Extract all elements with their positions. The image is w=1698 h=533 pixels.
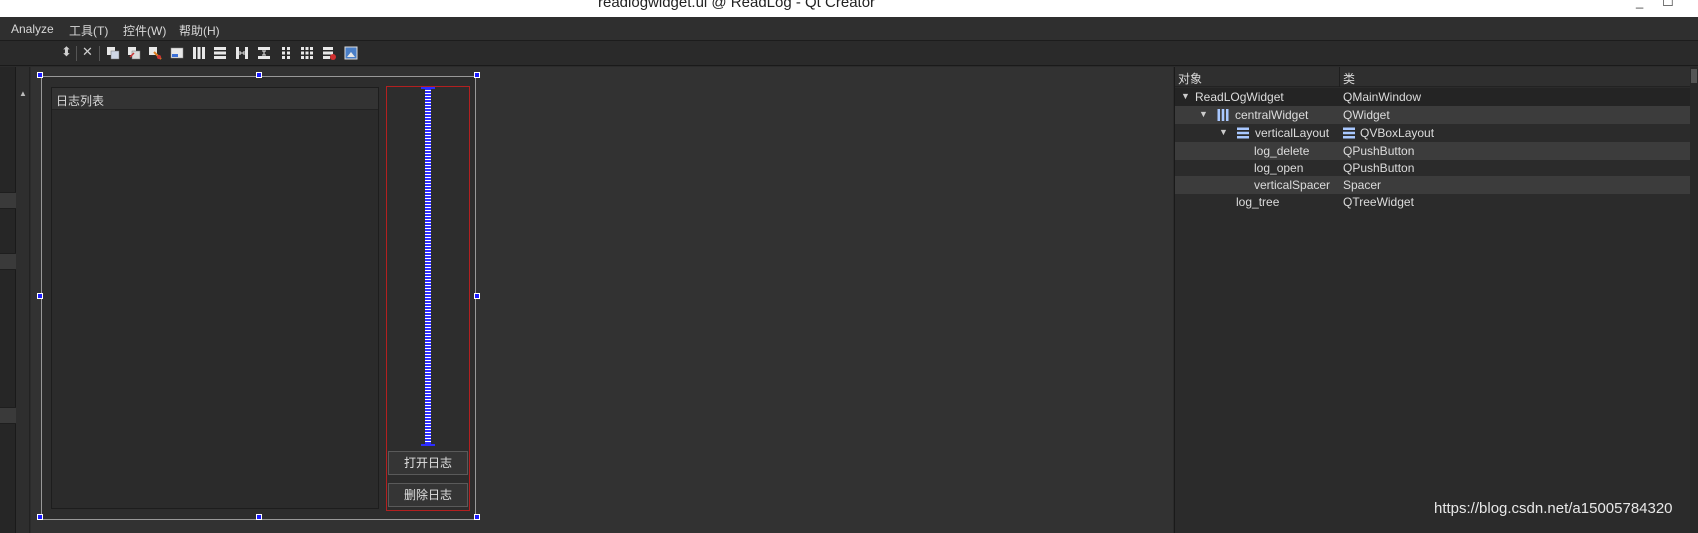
close-icon[interactable]: ✕: [82, 44, 93, 60]
object-class: QWidget: [1343, 108, 1390, 122]
log-tree-header[interactable]: 日志列表: [52, 88, 378, 110]
scroll-up-icon[interactable]: ▲: [18, 89, 28, 99]
menu-help[interactable]: 帮助(H): [179, 22, 220, 39]
object-inspector-scrollbar[interactable]: [1690, 67, 1698, 533]
break-layout-icon[interactable]: [322, 46, 336, 60]
object-name: log_delete: [1254, 144, 1310, 158]
spinner-icon[interactable]: ⬍: [61, 44, 72, 60]
object-name: log_open: [1254, 161, 1304, 175]
tree-row-log-delete[interactable]: log_delete QPushButton: [1175, 142, 1691, 160]
menu-controls[interactable]: 控件(W): [123, 22, 166, 39]
designer-toolbar: ⬍ ✕: [0, 41, 1698, 66]
object-class: QVBoxLayout: [1360, 126, 1435, 140]
watermark-text: https://blog.csdn.net/a15005784320: [1434, 500, 1673, 517]
resize-handle[interactable]: [256, 514, 262, 520]
object-class: QPushButton: [1343, 144, 1415, 158]
menu-tools[interactable]: 工具(T): [69, 22, 108, 39]
column-divider[interactable]: [1339, 67, 1340, 87]
adjust-size-icon[interactable]: [344, 46, 358, 60]
tree-row-centralwidget[interactable]: ▼ centralWidget QWidget: [1175, 106, 1691, 124]
object-class: QTreeWidget: [1343, 195, 1414, 209]
object-inspector: 对象 类 ▼ ReadLOgWidget QMainWindow ▼ centr…: [1174, 67, 1698, 533]
delete-log-button[interactable]: 删除日志: [388, 483, 468, 507]
layout-form-icon[interactable]: [279, 46, 293, 60]
tree-row-log-open[interactable]: log_open QPushButton: [1175, 159, 1691, 177]
expand-arrow-icon[interactable]: ▼: [1219, 127, 1228, 137]
object-name: centralWidget: [1235, 108, 1309, 122]
resize-handle[interactable]: [474, 293, 480, 299]
minimize-button[interactable]: _: [1636, 0, 1643, 9]
layout-vertical-icon[interactable]: [213, 46, 227, 60]
resize-handle[interactable]: [256, 72, 262, 78]
tree-row-verticalspacer[interactable]: verticalSpacer Spacer: [1175, 176, 1691, 194]
object-class: Spacer: [1343, 178, 1382, 192]
object-name: ReadLOgWidget: [1195, 90, 1284, 104]
spacer-cap-bottom: [421, 444, 435, 446]
edit-buddies-icon[interactable]: [148, 46, 162, 60]
edit-signals-icon[interactable]: [127, 46, 141, 60]
widget-box-scrollbar[interactable]: ▲: [16, 67, 30, 533]
tree-row-log-tree[interactable]: log_tree QTreeWidget: [1175, 193, 1691, 211]
resize-handle[interactable]: [37, 72, 43, 78]
widget-box-category[interactable]: [0, 253, 16, 270]
open-log-button[interactable]: 打开日志: [388, 451, 468, 475]
toolbar-separator: [76, 46, 77, 61]
widget-box-panel: [0, 67, 16, 533]
toolbar-separator: [99, 46, 100, 61]
widget-box-category[interactable]: [0, 192, 16, 209]
edit-tab-order-icon[interactable]: [170, 46, 184, 60]
object-class: QPushButton: [1343, 161, 1415, 175]
expand-arrow-icon[interactable]: ▼: [1181, 91, 1190, 101]
scrollbar-thumb[interactable]: [1691, 69, 1697, 83]
menubar: Analyze 工具(T) 控件(W) 帮助(H): [0, 17, 1698, 41]
resize-handle[interactable]: [37, 514, 43, 520]
resize-handle[interactable]: [474, 72, 480, 78]
object-name: verticalSpacer: [1254, 178, 1331, 192]
vbox-layout-icon: [1343, 127, 1355, 139]
tree-row-readlogwidget[interactable]: ▼ ReadLOgWidget QMainWindow: [1175, 88, 1691, 106]
widget-box-category[interactable]: [0, 407, 16, 424]
expand-arrow-icon[interactable]: ▼: [1199, 109, 1208, 119]
hbox-layout-icon: [1217, 109, 1229, 121]
window-titlebar: readlogwidget.ui @ ReadLog - Qt Creator …: [0, 0, 1698, 17]
object-name: log_tree: [1236, 195, 1280, 209]
resize-handle[interactable]: [37, 293, 43, 299]
window-title: readlogwidget.ui @ ReadLog - Qt Creator: [598, 0, 876, 11]
layout-horizontal-icon[interactable]: [192, 46, 206, 60]
column-object[interactable]: 对象: [1178, 70, 1202, 87]
menu-analyze[interactable]: Analyze: [11, 22, 54, 36]
edit-widgets-icon[interactable]: [106, 46, 120, 60]
resize-handle[interactable]: [474, 514, 480, 520]
layout-horizontal-splitter-icon[interactable]: [235, 46, 249, 60]
object-name: verticalLayout: [1255, 126, 1330, 140]
log-tree-widget[interactable]: 日志列表: [51, 87, 379, 509]
object-inspector-header: 对象 类: [1175, 67, 1691, 87]
layout-grid-icon[interactable]: [300, 46, 314, 60]
maximize-button[interactable]: ☐: [1662, 0, 1674, 10]
layout-vertical-splitter-icon[interactable]: [257, 46, 271, 60]
vertical-spacer[interactable]: [425, 88, 431, 445]
column-class[interactable]: 类: [1343, 70, 1355, 87]
vbox-layout-icon: [1237, 127, 1249, 139]
object-class: QMainWindow: [1343, 90, 1422, 104]
tree-row-verticallayout[interactable]: ▼ verticalLayout QVBoxLayout: [1175, 124, 1691, 142]
